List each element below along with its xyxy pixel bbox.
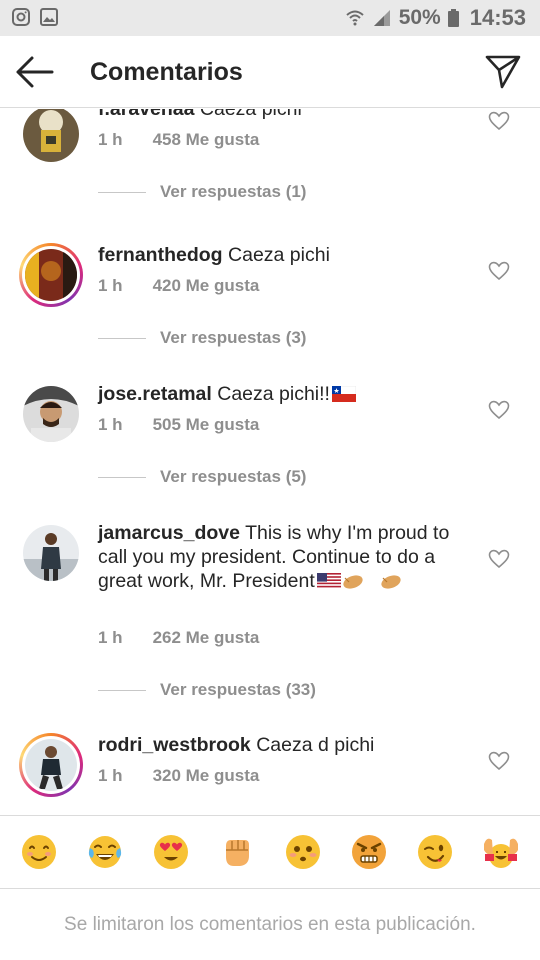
comment-time: 1 h: [98, 766, 123, 785]
angry-face-emoji-icon[interactable]: [349, 832, 389, 872]
like-heart-icon[interactable]: [488, 400, 510, 420]
battery-percent: 50%: [398, 6, 441, 29]
view-replies-label: Ver respuestas (33): [160, 680, 316, 699]
view-replies-button[interactable]: Ver respuestas (33): [98, 680, 316, 700]
comment-username[interactable]: jose.retamal: [98, 383, 212, 405]
flushed-face-emoji-icon[interactable]: [283, 832, 323, 872]
avatar[interactable]: [19, 382, 83, 446]
avatar[interactable]: [19, 109, 83, 166]
comment-likes[interactable]: 505 Me gusta: [153, 415, 260, 435]
view-replies-label: Ver respuestas (5): [160, 467, 307, 486]
like-heart-icon[interactable]: [488, 751, 510, 771]
avatar-story-ring[interactable]: [19, 243, 83, 307]
comment-likes[interactable]: 420 Me gusta: [153, 276, 260, 296]
view-replies-label: Ver respuestas (3): [160, 328, 307, 347]
like-heart-icon[interactable]: [488, 549, 510, 569]
direct-send-icon[interactable]: [484, 52, 522, 90]
comment-text: Caeza pichi: [228, 244, 330, 266]
like-heart-icon[interactable]: [488, 111, 510, 131]
replies-divider: [98, 689, 146, 691]
back-arrow-icon[interactable]: [14, 53, 56, 91]
emoji-quick-bar: [0, 815, 540, 889]
replies-divider: [98, 476, 146, 478]
smiling-face-emoji-icon[interactable]: [19, 832, 59, 872]
comment-time: 1 h: [98, 130, 123, 149]
chile-flag-icon: [331, 386, 356, 402]
comment-text: Caeza pichi!!: [217, 383, 330, 405]
header: Comentarios: [0, 36, 540, 108]
status-bar: 50% 14:53: [0, 0, 540, 36]
signal-icon: [373, 10, 390, 26]
comment-time: 1 h: [98, 276, 123, 295]
comment-likes[interactable]: 262 Me gusta: [153, 628, 260, 648]
comment-time: 1 h: [98, 415, 123, 434]
comment-username[interactable]: rodri_westbrook: [98, 734, 251, 756]
battery-icon: [447, 9, 459, 27]
comments-limited-notice: Se limitaron los comentarios en esta pub…: [64, 914, 476, 935]
tears-of-joy-emoji-icon[interactable]: [85, 832, 125, 872]
like-heart-icon[interactable]: [488, 261, 510, 281]
view-replies-button[interactable]: Ver respuestas (1): [98, 182, 306, 202]
raising-hands-emoji-icon[interactable]: [481, 832, 521, 872]
page-title: Comentarios: [90, 58, 243, 86]
view-replies-label: Ver respuestas (1): [160, 182, 307, 201]
replies-divider: [98, 337, 146, 339]
comment-likes[interactable]: 320 Me gusta: [153, 766, 260, 786]
avatar[interactable]: [19, 521, 83, 585]
comment-time: 1 h: [98, 628, 123, 647]
replies-divider: [98, 191, 146, 193]
comments-list[interactable]: f.aravenaa Caeza pichi 1 h 458 Me gusta V…: [0, 109, 540, 815]
clock: 14:53: [469, 5, 526, 30]
comment-text: Caeza pichi: [199, 109, 302, 120]
gallery-icon: [40, 8, 58, 26]
comment-username[interactable]: jamarcus_dove: [98, 522, 240, 544]
instagram-icon: [12, 8, 30, 26]
view-replies-button[interactable]: Ver respuestas (3): [98, 328, 306, 348]
heart-eyes-emoji-icon[interactable]: [151, 832, 191, 872]
usa-flag-icon: [316, 573, 341, 589]
view-replies-button[interactable]: Ver respuestas (5): [98, 467, 306, 487]
clapping-hands-icon: [381, 575, 401, 589]
comment-username[interactable]: fernanthedog: [98, 244, 223, 266]
clapping-hands-icon: [343, 575, 363, 589]
wifi-icon: [346, 10, 364, 26]
comment-likes[interactable]: 458 Me gusta: [153, 130, 260, 150]
avatar-story-ring[interactable]: [19, 733, 83, 797]
comment-username[interactable]: f.aravenaa: [98, 109, 194, 120]
comment-text: Caeza d pichi: [256, 734, 375, 756]
winking-face-emoji-icon[interactable]: [415, 832, 455, 872]
raised-fist-emoji-icon[interactable]: [217, 832, 257, 872]
